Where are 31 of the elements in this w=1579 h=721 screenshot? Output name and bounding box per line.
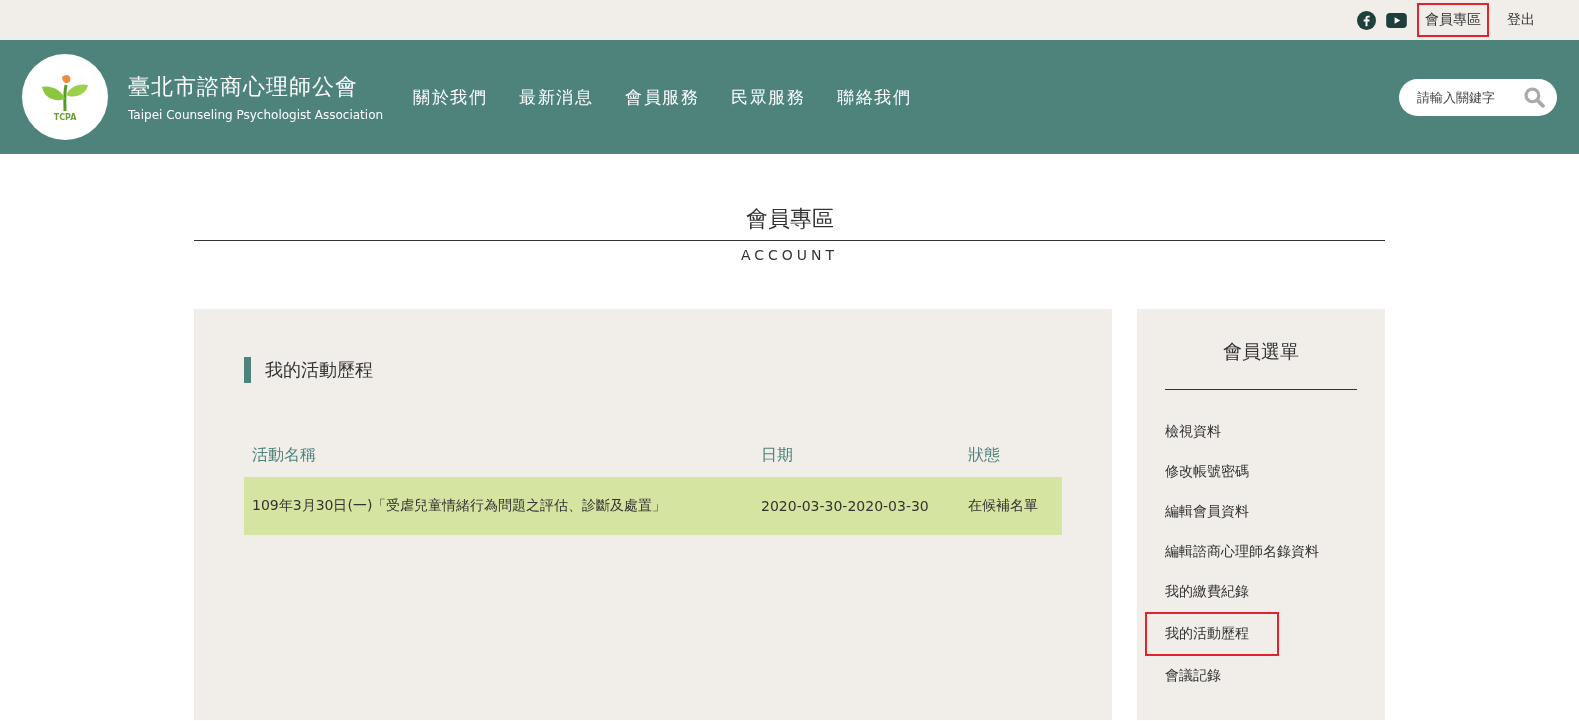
nav-link[interactable]: 關於我們	[413, 85, 488, 109]
plant-icon	[40, 72, 90, 113]
site-subtitle: Taipei Counseling Psychologist Association	[128, 108, 384, 122]
logo-text: TCPA	[53, 112, 77, 122]
section-heading: 我的活動歷程	[244, 357, 1062, 383]
column-header: 日期	[760, 444, 794, 466]
nav-link[interactable]: 最新消息	[519, 85, 594, 109]
nav-link[interactable]: 會員服務	[625, 85, 700, 109]
column-header: 活動名稱	[251, 444, 317, 466]
sidebar-title: 會員選單	[1165, 309, 1357, 390]
sidebar-item[interactable]: 修改帳號密碼	[1145, 452, 1261, 492]
column-header: 狀態	[967, 444, 1001, 466]
sidebar-item[interactable]: 檢視資料	[1145, 412, 1259, 452]
site-title: 臺北市諮商心理師公會	[128, 73, 359, 101]
sidebar-item[interactable]: 我的繳費紀錄	[1145, 572, 1261, 612]
top-link[interactable]: 登出	[1499, 3, 1543, 37]
search-field[interactable]: 請輸入關鍵字	[1399, 78, 1557, 116]
nav-link[interactable]: 民眾服務	[731, 85, 806, 109]
page-title: 會員專區	[194, 204, 1385, 241]
table-cell-text: 109年3月30日(一)「受虐兒童情緒行為問題之評估、診斷及處置」	[251, 497, 668, 515]
facebook-icon[interactable]	[1357, 10, 1376, 30]
sidebar-item[interactable]: 會議記錄	[1145, 656, 1259, 696]
sidebar-item[interactable]: 編輯會員資料	[1145, 492, 1261, 532]
page-subtitle: ACCOUNT	[739, 247, 840, 263]
nav-link[interactable]: 聯絡我們	[837, 85, 912, 109]
sidebar-item[interactable]: 我的活動歷程	[1145, 612, 1279, 656]
top-link[interactable]: 會員專區	[1417, 3, 1489, 37]
youtube-icon[interactable]	[1386, 12, 1407, 28]
sidebar-item[interactable]: 編輯諮商心理師名錄資料	[1145, 532, 1331, 572]
table-cell-text: 在候補名單	[967, 497, 1039, 515]
table-cell-text: 2020-03-30-2020-03-30	[760, 498, 930, 514]
